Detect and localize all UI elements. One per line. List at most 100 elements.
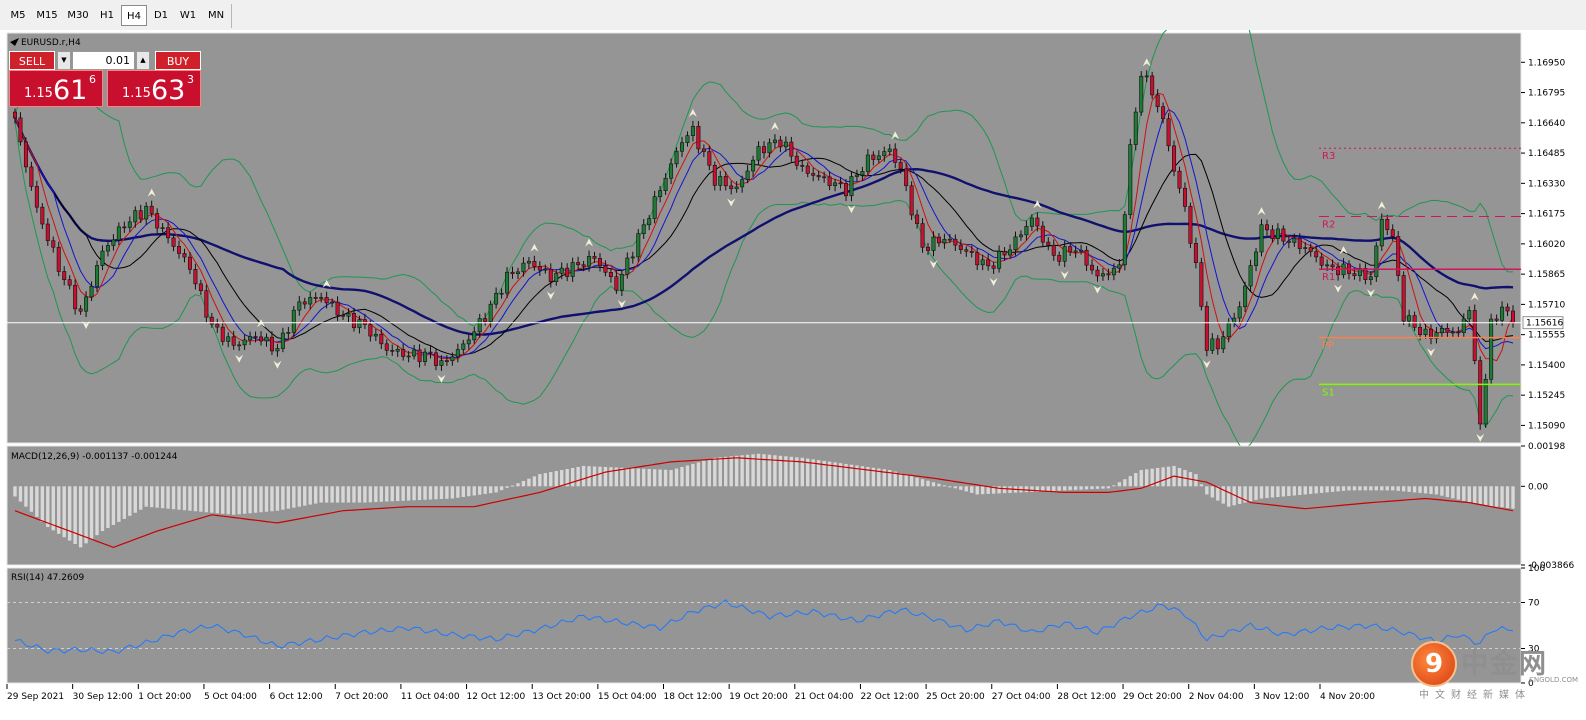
macd-bar (904, 474, 908, 487)
buy-button[interactable]: BUY (155, 51, 201, 70)
macd-bar (242, 486, 247, 514)
macd-bar (182, 486, 187, 511)
sell-price-button[interactable]: 1.15 61 6 (9, 70, 103, 107)
candle-body (537, 266, 542, 271)
macd-bar (1374, 486, 1379, 491)
macd-bar (51, 486, 55, 531)
timeframe-h1-button[interactable]: H1 (94, 5, 120, 26)
candle-body (193, 269, 198, 285)
macd-bar (1456, 486, 1461, 500)
macd-bar (729, 456, 733, 487)
timeframe-w1-button[interactable]: W1 (175, 5, 201, 26)
candle-body (253, 336, 258, 338)
candle-body (166, 227, 171, 239)
candle-body (84, 296, 89, 312)
lot-decrease-button[interactable]: ▼ (57, 51, 71, 70)
candle-body (592, 256, 597, 259)
candle-body (909, 185, 914, 216)
pivot-label-r2: R2 (1322, 220, 1335, 231)
candle-body (40, 206, 45, 225)
timeframe-m15-button[interactable]: M15 (32, 5, 62, 26)
lot-increase-button[interactable]: ▲ (136, 51, 150, 70)
candle-body (887, 148, 892, 152)
candle-body (532, 260, 537, 267)
macd-bar (1352, 486, 1357, 491)
chart-window: R3 R2 R1 PP S1 1.16950 1.16795 1.16640 1.16485 1.… (0, 30, 1586, 714)
macd-bar (685, 465, 690, 487)
macd-bar (1473, 486, 1477, 504)
candle-body (597, 258, 602, 267)
candle-body (1062, 246, 1067, 262)
candle-body (1150, 75, 1155, 96)
rsi-pane-background (6, 567, 1522, 684)
macd-bar (942, 485, 947, 487)
macd-bar (160, 486, 165, 509)
macd-bar (926, 480, 930, 487)
candle-body (947, 238, 952, 241)
candle-body (472, 331, 477, 341)
candle-body (171, 237, 176, 247)
time-tick-label: 19 Oct 20:00 (729, 692, 788, 702)
candle-body (346, 313, 351, 317)
macd-bar (1073, 486, 1078, 490)
macd-bar (532, 476, 537, 487)
macd-bar (521, 480, 526, 487)
price-tick-label: 1.15400 (1528, 361, 1565, 371)
time-tick-label: 3 Nov 12:00 (1254, 692, 1309, 702)
candle-body (510, 271, 515, 274)
buy-price-button[interactable]: 1.15 63 3 (107, 70, 201, 107)
macd-bar (1434, 486, 1439, 495)
timeframe-m5-button[interactable]: M5 (5, 5, 31, 26)
candle-body (259, 336, 264, 342)
candle-body (423, 351, 428, 362)
macd-bar (155, 486, 159, 508)
macd-bar (609, 467, 613, 487)
price-tick-label: 1.16795 (1528, 89, 1565, 99)
candle-body (313, 297, 318, 299)
candle-body (1412, 315, 1417, 328)
candle-body (1423, 328, 1428, 335)
candle-body (1144, 75, 1149, 78)
candle-body (1439, 328, 1444, 334)
timeframe-d1-button[interactable]: D1 (148, 5, 174, 26)
candle-body (898, 162, 903, 170)
candle-body (570, 262, 575, 277)
macd-bar (324, 486, 329, 503)
macd-bar (1145, 469, 1149, 487)
candle-body (1008, 249, 1013, 256)
time-tick-label: 4 Nov 20:00 (1320, 692, 1375, 702)
lot-size-input[interactable]: 0.01 (72, 51, 135, 70)
macd-bar (1369, 486, 1373, 491)
sell-button[interactable]: SELL (9, 51, 55, 70)
macd-bar (510, 485, 515, 487)
macd-bar (357, 486, 362, 503)
macd-bar (139, 486, 143, 510)
macd-bar (549, 472, 553, 487)
candle-body (1401, 275, 1406, 322)
macd-bar (193, 486, 198, 512)
macd-bar (478, 486, 482, 495)
macd-bar (1292, 486, 1297, 496)
candle-body (679, 142, 684, 152)
candle-body (297, 301, 302, 311)
candle-body (756, 146, 761, 161)
candle-body (740, 179, 745, 188)
candle-body (778, 139, 783, 148)
candle-body (729, 185, 734, 190)
macd-bar (718, 457, 722, 487)
macd-bar (663, 469, 668, 487)
macd-bar (1489, 486, 1493, 506)
macd-bar (308, 486, 312, 505)
macd-bar (997, 486, 1001, 494)
timeframe-h4-button[interactable]: H4 (121, 5, 147, 26)
candle-body (800, 165, 805, 167)
timeframe-mn-button[interactable]: MN (202, 5, 230, 26)
macd-bar (1412, 486, 1417, 493)
macd-bar (620, 467, 624, 487)
macd-tick-label: 0.00 (1528, 482, 1548, 492)
timeframe-m30-button[interactable]: M30 (63, 5, 93, 26)
candle-body (942, 238, 947, 244)
candle-body (1139, 75, 1144, 113)
rsi-tick-label: 70 (1528, 599, 1540, 609)
candle-body (1275, 228, 1280, 239)
